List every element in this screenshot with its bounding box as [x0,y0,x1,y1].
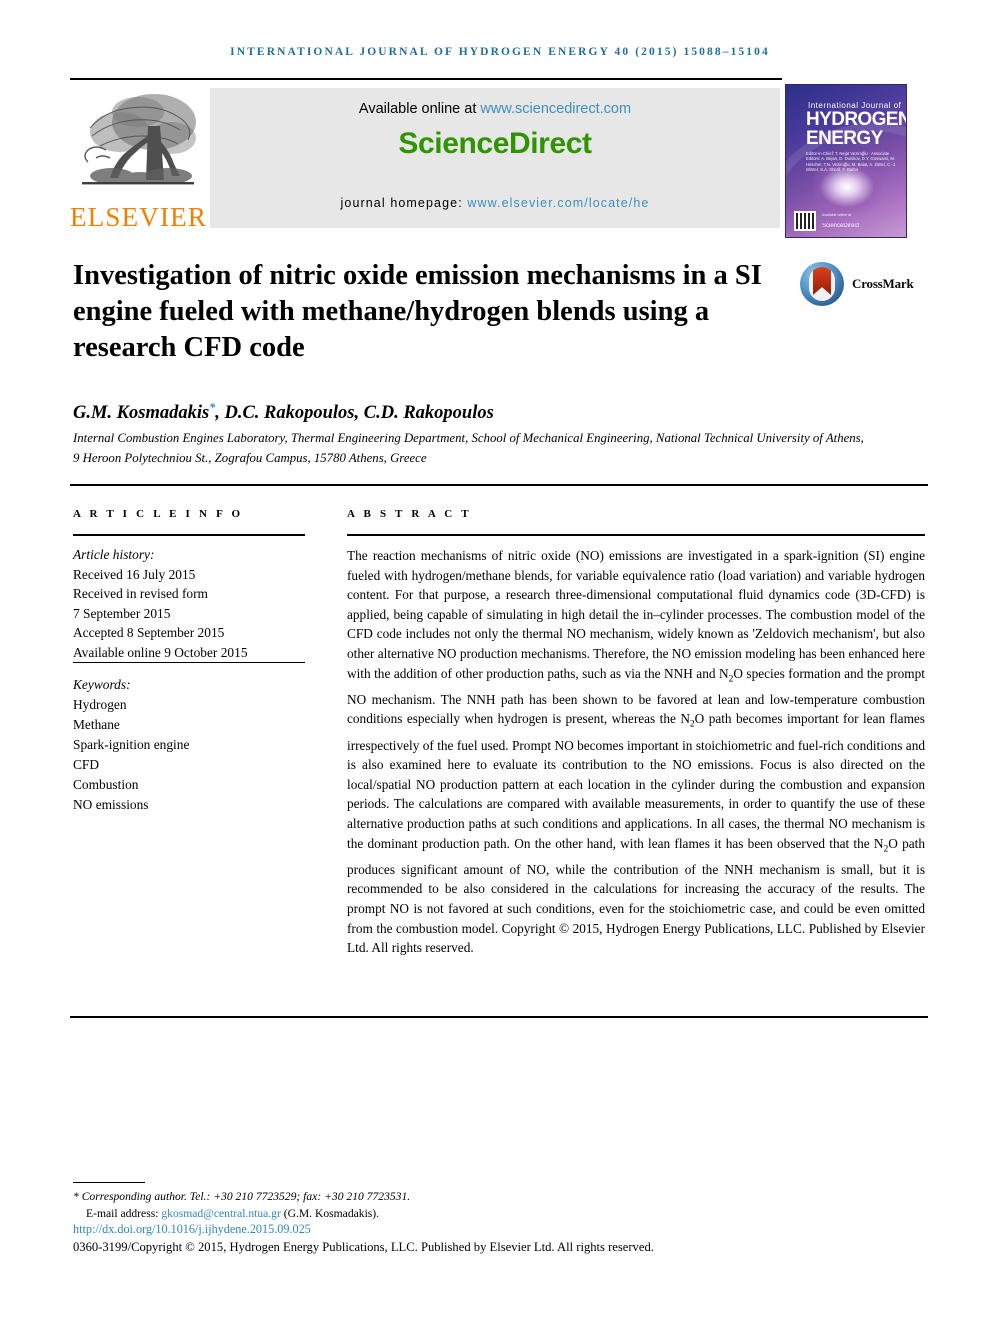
email-line: E-mail address: gkosmad@central.ntua.gr … [73,1205,833,1222]
article-history-item: Received in revised form [73,586,208,601]
cover-barcode-icon [794,211,816,231]
article-info-rule [73,534,305,536]
masthead: ELSEVIER Available online at www.science… [70,84,910,240]
email-label: E-mail address: [86,1207,162,1220]
cover-title-energy: ENERGY [806,128,883,149]
crossmark-inner-shape [809,267,835,301]
article-history: Article history: Received 16 July 2015 R… [73,545,305,662]
crossmark-icon [800,262,844,306]
footnote-block: * Corresponding author. Tel.: +30 210 77… [73,1188,833,1222]
crossmark-badge[interactable]: CrossMark [800,262,922,308]
available-online-line: Available online at www.sciencedirect.co… [210,101,780,117]
journal-homepage-link[interactable]: www.elsevier.com/locate/he [467,196,649,210]
abstract-rule [347,534,925,536]
elsevier-tree-icon [76,88,200,200]
cover-title-hydrogen: HYDROGEN [806,109,907,130]
header-rule [70,78,782,80]
elsevier-logo: ELSEVIER [70,84,206,239]
abstract-body: The reaction mechanisms of nitric oxide … [347,546,925,958]
abstract-heading-wrap: A B S T R A C T [347,508,925,520]
article-history-item: Received 16 July 2015 [73,566,196,582]
cover-sciencedirect-wordmark: ScienceDirect [822,223,860,229]
issn-copyright-line: 0360-3199/Copyright © 2015, Hydrogen Ene… [73,1240,654,1254]
crossmark-label: CrossMark [852,276,914,291]
author-affiliation: Internal Combustion Engines Laboratory, … [73,431,864,465]
journal-cover-thumbnail: International Journal of HYDROGEN ENERGY… [785,84,907,238]
article-history-item: Accepted 8 September 2015 [73,625,225,640]
sciencedirect-link[interactable]: www.sciencedirect.com [480,101,631,117]
elsevier-wordmark: ELSEVIER [70,202,208,232]
keywords-label: Keywords: [73,677,131,692]
keywords-block: Keywords: Hydrogen Methane Spark-ignitio… [73,675,305,815]
keyword-item: Methane [73,717,120,732]
article-history-item: Available online 9 October 2015 [73,644,248,660]
keyword-item: CFD [73,757,100,772]
email-owner: (G.M. Kosmadakis). [280,1207,380,1220]
paper-title: Investigation of nitric oxide emission m… [73,260,762,363]
article-info-heading-wrap: A R T I C L E I N F O [73,508,305,520]
abstract-heading: A B S T R A C T [347,508,472,520]
abstract-paragraph: The reaction mechanisms of nitric oxide … [347,548,925,936]
keyword-item: Hydrogen [73,697,127,712]
journal-homepage-line: journal homepage: www.elsevier.com/locat… [210,196,780,210]
email-link[interactable]: gkosmad@central.ntua.gr [161,1207,281,1220]
sciencedirect-wordmark: ScienceDirect [398,127,592,160]
journal-running-head: International Journal of Hydrogen Energy… [230,46,770,58]
doi-link[interactable]: http://dx.doi.org/10.1016/j.ijhydene.201… [73,1222,311,1237]
sciencedirect-banner: Available online at www.sciencedirect.co… [210,88,780,228]
keyword-item: Combustion [73,777,139,792]
cover-sciencedirect-tagline: Available online at [822,213,852,217]
cover-editors-list: Editor-in-Chief: T. Nejat Veziroğlu · As… [806,151,896,173]
journal-homepage-label: journal homepage: [340,196,468,210]
abstract-section-top-rule [70,484,928,486]
paper-page: International Journal of Hydrogen Energy… [0,0,992,1323]
keywords-divider-rule [73,662,305,663]
keyword-item: Spark-ignition engine [73,737,190,752]
author-list: G.M. Kosmadakis*, D.C. Rakopoulos, C.D. … [73,400,833,424]
crossmark-ribbon-icon [813,267,831,295]
article-info-heading: A R T I C L E I N F O [73,508,244,520]
corresponding-author-note: * Corresponding author. Tel.: +30 210 77… [73,1190,411,1203]
available-online-label: Available online at [358,101,481,117]
keyword-item: NO emissions [73,797,149,812]
article-history-label: Article history: [73,547,155,562]
footnote-rule [73,1182,145,1183]
author-names: G.M. Kosmadakis [73,403,210,424]
author-names-rest: , D.C. Rakopoulos, C.D. Rakopoulos [215,403,494,424]
abstract-section-bottom-rule [70,1016,928,1018]
article-history-item: 7 September 2015 [73,605,171,621]
